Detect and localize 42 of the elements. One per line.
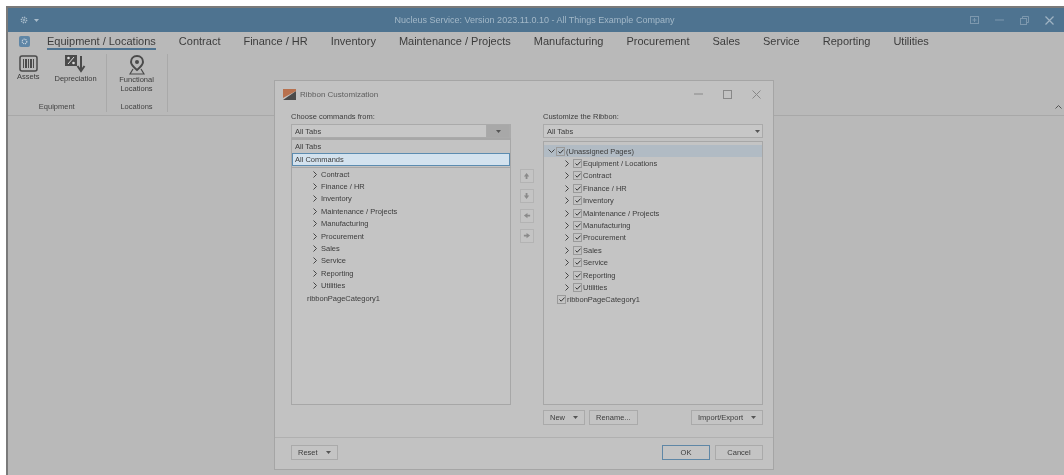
- checkbox[interactable]: [573, 258, 582, 268]
- ribbon-tab[interactable]: Procurement: [626, 33, 690, 50]
- checkbox[interactable]: [573, 208, 582, 218]
- checkbox[interactable]: [573, 196, 582, 206]
- barcode-icon: [18, 55, 38, 72]
- ribbon-tab[interactable]: Inventory: [330, 33, 376, 50]
- checkbox[interactable]: [573, 159, 582, 169]
- checkbox[interactable]: [573, 171, 582, 181]
- checkbox[interactable]: [556, 146, 565, 156]
- ribbon-tab[interactable]: Contract: [178, 33, 221, 50]
- checkbox[interactable]: [573, 233, 582, 243]
- close-icon[interactable]: [1045, 15, 1054, 25]
- window-title: Nucleus Service: Version 2023.11.0.10 - All Things Example Company: [393, 15, 676, 25]
- percent-down-icon: [64, 55, 87, 74]
- arrow-left-icon: [523, 212, 531, 220]
- app-menu-button[interactable]: [19, 36, 30, 47]
- checkbox[interactable]: [557, 295, 566, 305]
- checkbox[interactable]: [573, 245, 582, 255]
- map-pin-icon: [128, 55, 145, 75]
- caret-down-icon[interactable]: [34, 18, 39, 22]
- chevron-down-icon[interactable]: [548, 149, 556, 154]
- ribbon-tab[interactable]: Manufacturing: [533, 33, 604, 50]
- ribbon-tab[interactable]: Reporting: [822, 33, 871, 50]
- arrow-right-icon: [523, 232, 531, 240]
- ribbon-tab[interactable]: Sales: [712, 33, 740, 50]
- dialog-title: Ribbon Customization: [300, 89, 379, 99]
- arrow-down-icon: [523, 192, 531, 200]
- ribbon-tab[interactable]: Service: [763, 33, 800, 50]
- ribbon-tab[interactable]: Finance / HR: [243, 33, 308, 50]
- ribbon-tab[interactable]: Equipment / Locations: [47, 33, 156, 50]
- checkbox[interactable]: [573, 183, 582, 193]
- checkbox[interactable]: [573, 283, 582, 292]
- caret-down-icon: [754, 129, 760, 133]
- app-logo-icon: [283, 88, 296, 100]
- arrow-up-icon: [523, 172, 531, 180]
- ribbon-tab[interactable]: Utilities: [893, 33, 929, 50]
- checkbox[interactable]: [573, 270, 582, 280]
- caret-down-icon: [495, 129, 501, 133]
- gear-icon[interactable]: [20, 16, 28, 24]
- checkbox[interactable]: [573, 221, 582, 231]
- collapse-icon[interactable]: [1055, 105, 1062, 109]
- ribbon-tab[interactable]: Maintenance / Projects: [398, 33, 511, 50]
